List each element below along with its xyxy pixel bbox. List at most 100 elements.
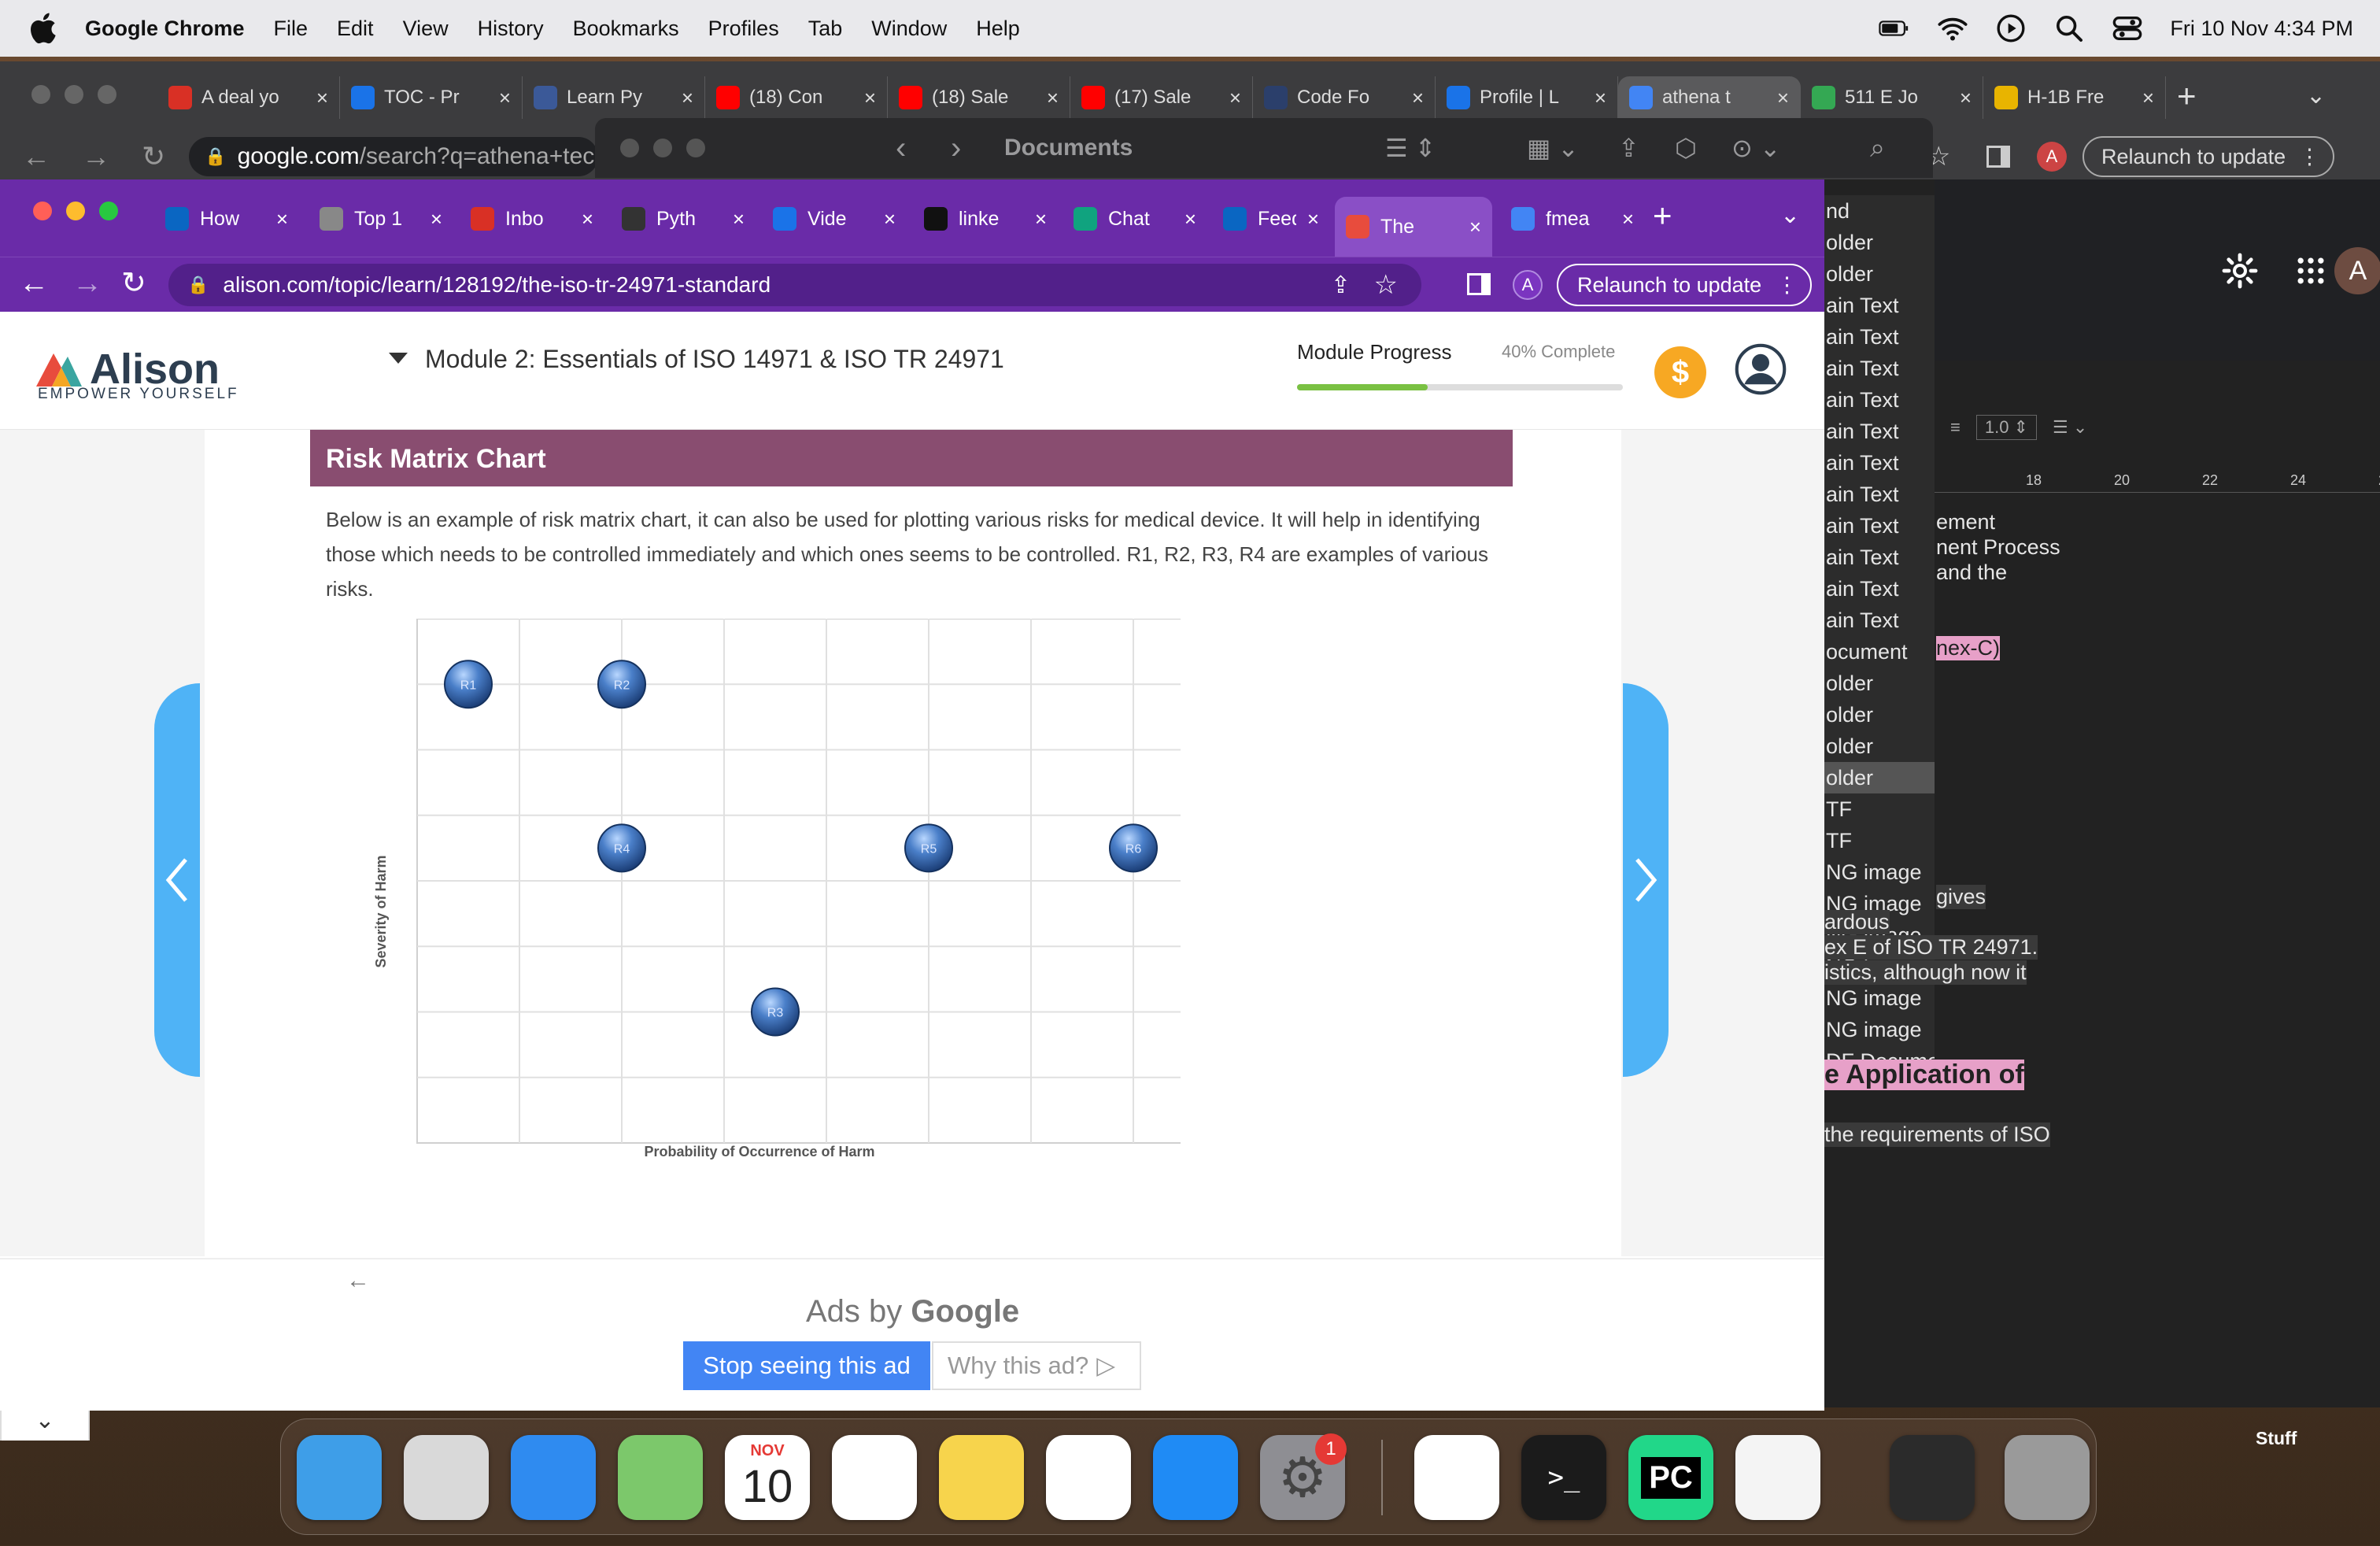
finder-back-icon[interactable]: ‹ [896,131,906,166]
back-tab[interactable]: H-1B Fre × [1983,76,2166,119]
menu-edit[interactable]: Edit [337,17,374,41]
file-kind-item[interactable]: NG image [1824,1014,1935,1045]
close-icon[interactable]: × [1595,86,1606,110]
menu-app-name[interactable]: Google Chrome [85,17,245,41]
app-store-icon[interactable] [1153,1435,1238,1520]
file-kind-item[interactable]: older [1824,258,1935,290]
menu-bookmarks[interactable]: Bookmarks [573,17,679,41]
dollar-icon[interactable]: $ [1654,346,1706,398]
share-icon[interactable]: ⇪ [1618,133,1639,163]
ad-back-arrow-icon[interactable]: ← [346,1267,370,1294]
front-tab[interactable]: Vide × [762,197,907,241]
group-icon[interactable]: ▦ ⌄ [1527,133,1579,163]
more-icon[interactable]: ⊙ ⌄ [1731,133,1781,163]
align-icon[interactable]: ≡ [1950,417,1961,438]
back-tab[interactable]: Profile | L × [1436,76,1618,119]
file-kind-item[interactable]: ain Text [1824,542,1935,573]
close-icon[interactable]: × [1184,207,1196,231]
front-star-icon[interactable]: ☆ [1374,269,1398,301]
front-tab[interactable]: Pyth × [611,197,756,241]
back-profile-avatar[interactable]: A [2037,142,2067,172]
file-kind-item[interactable]: older [1824,762,1935,793]
menu-file[interactable]: File [274,17,309,41]
tab-search-icon[interactable]: ⌄ [2306,82,2326,109]
front-tab[interactable]: fmea × [1500,197,1645,241]
file-kind-item[interactable]: ocument [1824,636,1935,668]
back-tab[interactable]: athena t × [1618,76,1801,119]
close-icon[interactable]: × [1777,86,1789,110]
textedit-icon[interactable] [1735,1435,1820,1520]
list-format-icon[interactable]: ☰ ⌄ [2053,417,2087,438]
close-icon[interactable]: × [1412,86,1424,110]
list-view-icon[interactable]: ☰ ⇕ [1385,133,1436,163]
front-tab[interactable]: linke × [913,197,1058,241]
next-slide-button[interactable] [1623,683,1669,1077]
tag-icon[interactable]: ⬡ [1675,133,1697,163]
front-tab[interactable]: Top 1 × [309,197,453,241]
forward-arrow-icon[interactable]: → [82,140,110,173]
stop-seeing-ad-button[interactable]: Stop seeing this ad [683,1341,930,1390]
back-relaunch-button[interactable]: Relaunch to update ⋮ [2082,136,2334,177]
front-tab[interactable]: Inbo × [460,197,604,241]
back-tab[interactable]: Learn Py × [523,76,705,119]
close-icon[interactable]: × [1469,215,1481,239]
file-kind-item[interactable]: ain Text [1824,605,1935,636]
battery-icon[interactable] [1879,13,1910,44]
file-kind-item[interactable]: nd [1824,195,1935,227]
back-tab[interactable]: (17) Sale × [1070,76,1253,119]
system-settings-icon[interactable]: ⚙ 1 [1260,1433,1347,1520]
close-icon[interactable]: × [1960,86,1972,110]
file-kind-item[interactable]: ain Text [1824,447,1935,479]
front-window-controls[interactable] [33,202,118,220]
chrome-icon[interactable] [1414,1435,1499,1520]
close-icon[interactable]: × [276,207,288,231]
search-icon[interactable] [2053,13,2085,44]
launchpad-icon[interactable] [404,1435,489,1520]
file-kind-item[interactable]: ain Text [1824,573,1935,605]
menu-tab[interactable]: Tab [808,17,843,41]
gear-icon[interactable] [2221,252,2259,290]
close-icon[interactable]: × [1307,207,1319,231]
finder-forward-icon[interactable]: › [951,131,961,166]
front-relaunch-button[interactable]: Relaunch to update ⋮ [1557,264,1812,306]
back-tab[interactable]: (18) Con × [705,76,888,119]
close-icon[interactable]: × [682,86,693,110]
trash-icon[interactable] [2005,1435,2090,1520]
file-kind-item[interactable]: NG image [1824,856,1935,888]
docs-profile-avatar[interactable]: A [2334,247,2380,294]
terminal-icon[interactable]: >_ [1521,1435,1606,1520]
front-tab[interactable]: How × [154,197,299,241]
file-kind-item[interactable]: older [1824,730,1935,762]
file-kind-item[interactable]: TF [1824,825,1935,856]
pycharm-icon[interactable]: PC [1628,1435,1713,1520]
apps-grid-icon[interactable] [2293,253,2328,288]
finder-search-icon[interactable]: ⌕ [1870,133,1885,164]
line-spacing-select[interactable]: 1.0 ⇕ [1975,415,2037,440]
freeform-icon[interactable] [1046,1435,1131,1520]
menu-history[interactable]: History [478,17,544,41]
play-icon[interactable] [1995,13,2027,44]
close-icon[interactable]: × [733,207,745,231]
file-kind-item[interactable]: ain Text [1824,479,1935,510]
notes-icon[interactable] [939,1435,1024,1520]
menu-help[interactable]: Help [976,17,1020,41]
reload-icon[interactable]: ↻ [142,140,165,173]
back-tab[interactable]: 511 E Jo × [1801,76,1983,119]
menu-view[interactable]: View [403,17,449,41]
reminders-icon[interactable] [832,1435,917,1520]
clock[interactable]: Fri 10 Nov 4:34 PM [2170,17,2353,41]
menu-profiles[interactable]: Profiles [708,17,779,41]
apple-logo-icon[interactable] [27,10,63,46]
back-omnibox[interactable]: 🔒 google.com/search?q=athena+tech [189,137,599,176]
file-kind-item[interactable]: older [1824,668,1935,699]
why-this-ad-button[interactable]: Why this ad? ▷ [932,1341,1141,1390]
file-kind-item[interactable]: ain Text [1824,416,1935,447]
close-icon[interactable]: × [582,207,593,231]
back-tab[interactable]: TOC - Pr × [340,76,523,119]
front-tab[interactable]: The × [1335,197,1492,257]
front-tab[interactable]: Chat × [1062,197,1207,241]
front-profile-avatar[interactable]: A [1513,270,1543,300]
close-icon[interactable]: × [1035,207,1047,231]
front-new-tab-button[interactable]: + [1653,197,1672,235]
front-tab[interactable]: Feed × [1212,197,1330,241]
